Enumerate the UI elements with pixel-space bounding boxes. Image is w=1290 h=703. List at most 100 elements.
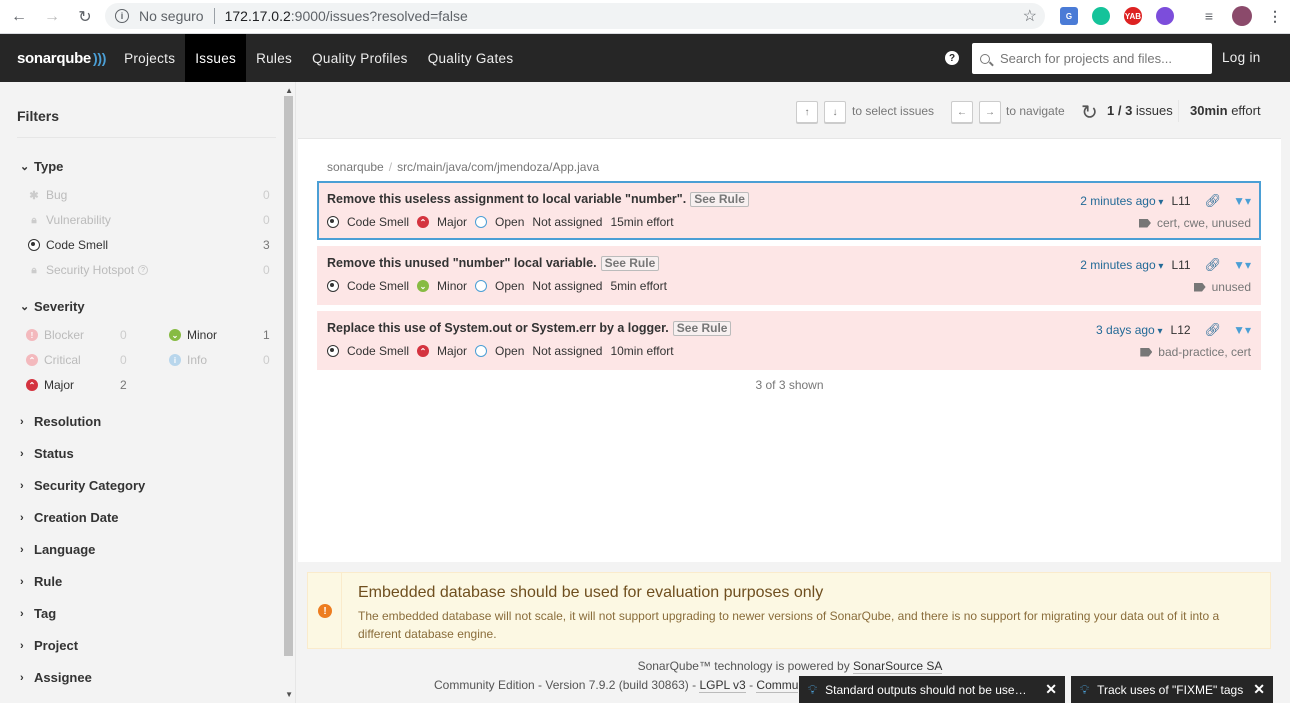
issue-card[interactable]: Remove this unused "number" local variab… [317, 246, 1261, 305]
forward-icon[interactable]: → [42, 7, 62, 27]
issue-assignee[interactable]: Not assigned [532, 344, 602, 358]
breadcrumb-path[interactable]: src/main/java/com/jmendoza/App.java [397, 160, 599, 174]
issue-severity[interactable]: ⌃ Major [417, 344, 467, 358]
see-rule-button[interactable]: See Rule [600, 256, 660, 271]
facet-item-info[interactable]: i Info [169, 353, 207, 367]
community-link[interactable]: Commu [756, 678, 799, 693]
issue-date-dropdown[interactable]: 2 minutes ago [1080, 258, 1163, 272]
facet-security-category-header[interactable]: › Security Category [20, 478, 145, 493]
issue-card[interactable]: Replace this use of System.out or System… [317, 311, 1261, 370]
issue-tags[interactable]: cert, cwe, unused [1138, 216, 1251, 230]
scroll-up-arrow-icon[interactable]: ▲ [285, 86, 293, 95]
nav-rules[interactable]: Rules [246, 34, 302, 82]
facet-status-header[interactable]: › Status [20, 446, 74, 461]
sonarqube-logo[interactable]: sonarqube))) [17, 50, 106, 67]
facet-item-security-hotspot[interactable]: 🔒︎ Security Hotspot? [28, 263, 149, 277]
code-smell-icon [28, 239, 40, 251]
close-icon[interactable]: ✕ [1045, 681, 1057, 698]
address-bar[interactable]: i No seguro 172.17.0.2:9000/issues?resol… [105, 3, 1045, 29]
reload-icon[interactable]: ↻ [75, 7, 95, 27]
sonarsource-link[interactable]: SonarSource SA [853, 659, 943, 674]
permalink-icon[interactable]: 🔗︎ [1205, 257, 1222, 273]
facet-type-header[interactable]: ⌄ Type [20, 159, 63, 174]
open-status-icon [475, 345, 488, 357]
close-icon[interactable]: ✕ [1253, 681, 1265, 698]
media-control-icon[interactable]: ≡ [1200, 7, 1218, 25]
filter-similar-icon[interactable]: ▼▾ [1233, 194, 1251, 208]
help-circle-icon[interactable]: ? [138, 265, 149, 275]
issue-status[interactable]: Open [475, 344, 524, 358]
nav-quality-gates[interactable]: Quality Gates [418, 34, 524, 82]
info-icon[interactable]: i [115, 9, 129, 23]
issue-location: 2 minutes ago L11 🔗︎ ▼▾ [1080, 193, 1251, 209]
check-extension-icon[interactable] [1156, 7, 1174, 25]
filter-similar-icon[interactable]: ▼▾ [1233, 258, 1251, 272]
notification-toast[interactable]: 💡︎ Standard outputs should not be use… ✕ [799, 676, 1065, 703]
issue-card[interactable]: Remove this useless assignment to local … [317, 181, 1261, 240]
scroll-down-arrow-icon[interactable]: ▼ [285, 690, 293, 699]
sidebar-scrollbar[interactable] [284, 96, 293, 656]
facet-rule-header[interactable]: › Rule [20, 574, 62, 589]
facet-item-major[interactable]: ⌃ Major [26, 378, 74, 392]
yab-extension-icon[interactable]: YAB [1124, 7, 1142, 25]
facet-item-minor[interactable]: ⌄ Minor [169, 328, 217, 342]
issue-effort[interactable]: 10min effort [610, 344, 673, 358]
issue-assignee[interactable]: Not assigned [532, 215, 602, 229]
nav-projects[interactable]: Projects [114, 34, 185, 82]
facet-item-code-smell[interactable]: Code Smell [28, 238, 108, 252]
login-link[interactable]: Log in [1222, 50, 1261, 65]
issue-type[interactable]: Code Smell [327, 279, 409, 293]
help-icon[interactable]: ? [945, 51, 959, 65]
issue-date-dropdown[interactable]: 2 minutes ago [1080, 194, 1163, 208]
menu-kebab-icon[interactable]: ⋮ [1266, 7, 1284, 25]
facet-item-label: Vulnerability [46, 213, 111, 227]
issue-status[interactable]: Open [475, 215, 524, 229]
notification-toast[interactable]: 💡︎ Track uses of "FIXME" tags ✕ [1071, 676, 1273, 703]
issue-message-text[interactable]: Replace this use of System.out or System… [327, 321, 669, 335]
reload-icon[interactable]: ↻ [1081, 100, 1098, 125]
issue-message-text[interactable]: Remove this useless assignment to local … [327, 192, 686, 206]
profile-avatar[interactable] [1232, 6, 1252, 26]
issue-effort[interactable]: 15min effort [610, 215, 673, 229]
facet-item-bug[interactable]: ✱ Bug [28, 188, 67, 202]
issue-message: Remove this useless assignment to local … [327, 192, 749, 207]
issue-status[interactable]: Open [475, 279, 524, 293]
license-link[interactable]: LGPL v3 [699, 678, 746, 693]
filter-similar-icon[interactable]: ▼▾ [1233, 323, 1251, 337]
permalink-icon[interactable]: 🔗︎ [1205, 193, 1222, 209]
nav-quality-profiles[interactable]: Quality Profiles [302, 34, 418, 82]
facet-tag-header[interactable]: › Tag [20, 606, 56, 621]
issue-tags[interactable]: unused [1193, 280, 1251, 294]
see-rule-button[interactable]: See Rule [672, 321, 732, 336]
facet-project-header[interactable]: › Project [20, 638, 78, 653]
permalink-icon[interactable]: 🔗︎ [1205, 322, 1222, 338]
facet-severity-header[interactable]: ⌄ Severity [20, 299, 85, 314]
divider [1178, 100, 1179, 122]
issue-effort[interactable]: 5min effort [610, 279, 666, 293]
bookmark-star-icon[interactable]: ☆ [1023, 6, 1037, 26]
search-box[interactable] [972, 43, 1212, 74]
issue-date-dropdown[interactable]: 3 days ago [1096, 323, 1163, 337]
facet-resolution-header[interactable]: › Resolution [20, 414, 101, 429]
issue-severity[interactable]: ⌃ Major [417, 215, 467, 229]
facet-item-vulnerability[interactable]: 🔒︎ Vulnerability [28, 213, 111, 227]
issue-type[interactable]: Code Smell [327, 344, 409, 358]
issue-message-text[interactable]: Remove this unused "number" local variab… [327, 256, 597, 270]
facet-count: 3 [263, 238, 270, 252]
facet-language-header[interactable]: › Language [20, 542, 95, 557]
breadcrumb-project[interactable]: sonarqube [327, 160, 384, 174]
issue-severity[interactable]: ⌄ Minor [417, 279, 467, 293]
facet-item-blocker[interactable]: ! Blocker [26, 328, 84, 342]
facet-creation-date-header[interactable]: › Creation Date [20, 510, 119, 525]
translate-extension-icon[interactable]: G [1060, 7, 1078, 25]
see-rule-button[interactable]: See Rule [690, 192, 749, 207]
facet-item-critical[interactable]: ⌃ Critical [26, 353, 81, 367]
nav-issues[interactable]: Issues [185, 34, 247, 82]
issue-assignee[interactable]: Not assigned [532, 279, 602, 293]
facet-count: 0 [263, 188, 270, 202]
grammarly-extension-icon[interactable] [1092, 7, 1110, 25]
search-input[interactable] [1000, 51, 1200, 66]
issue-tags[interactable]: bad-practice, cert [1140, 345, 1251, 359]
back-icon[interactable]: ← [9, 7, 29, 27]
issue-type[interactable]: Code Smell [327, 215, 409, 229]
